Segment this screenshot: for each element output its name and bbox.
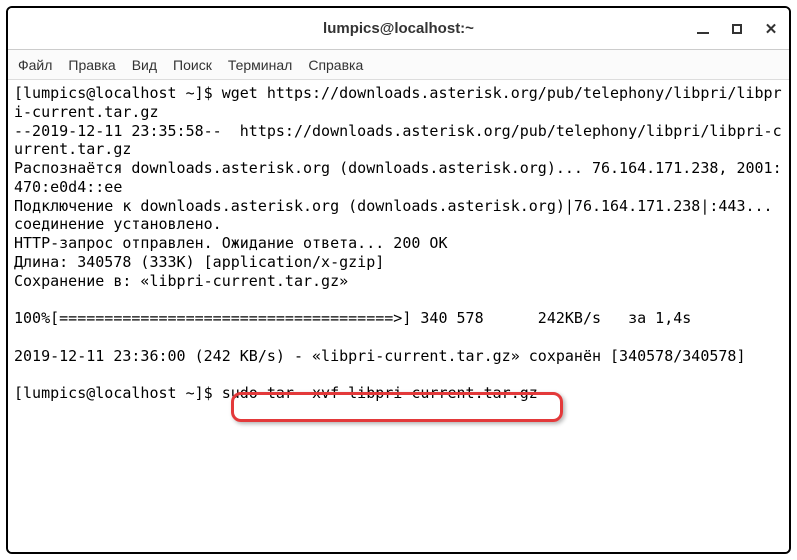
terminal-line: [lumpics@localhost ~]$ wget https://down…: [14, 84, 782, 121]
title-bar: lumpics@localhost:~ ✕: [8, 8, 789, 50]
terminal-line: Длина: 340578 (333K) [application/x-gzip…: [14, 253, 384, 271]
menu-view[interactable]: Вид: [132, 57, 157, 73]
menu-help[interactable]: Справка: [308, 57, 363, 73]
terminal-area[interactable]: [lumpics@localhost ~]$ wget https://down…: [8, 80, 789, 552]
menu-terminal[interactable]: Терминал: [228, 57, 292, 73]
window-title: lumpics@localhost:~: [323, 20, 474, 37]
terminal-line: 100%[===================================…: [14, 309, 691, 327]
terminal-line: Сохранение в: «libpri-current.tar.gz»: [14, 272, 348, 290]
terminal-line: HTTP-запрос отправлен. Ожидание ответа..…: [14, 234, 447, 252]
terminal-line: --2019-12-11 23:35:58-- https://download…: [14, 122, 782, 159]
menu-search[interactable]: Поиск: [173, 57, 212, 73]
terminal-line: [lumpics@localhost ~]$ sudo tar -xvf lib…: [14, 384, 538, 402]
maximize-icon: [732, 24, 742, 34]
close-icon: ✕: [765, 20, 778, 38]
terminal-line: 2019-12-11 23:36:00 (242 KB/s) - «libpri…: [14, 347, 746, 365]
window-controls: ✕: [695, 21, 779, 37]
menu-bar: Файл Правка Вид Поиск Терминал Справка: [8, 50, 789, 80]
terminal-line: Распознаётся downloads.asterisk.org (dow…: [14, 159, 782, 196]
maximize-button[interactable]: [729, 21, 745, 37]
window-frame: lumpics@localhost:~ ✕ Файл Правка Вид По…: [6, 6, 791, 554]
minimize-button[interactable]: [695, 21, 711, 37]
menu-file[interactable]: Файл: [18, 57, 52, 73]
minimize-icon: [697, 32, 709, 34]
terminal-line: Подключение к downloads.asterisk.org (do…: [14, 197, 782, 234]
close-button[interactable]: ✕: [763, 21, 779, 37]
menu-edit[interactable]: Правка: [68, 57, 115, 73]
